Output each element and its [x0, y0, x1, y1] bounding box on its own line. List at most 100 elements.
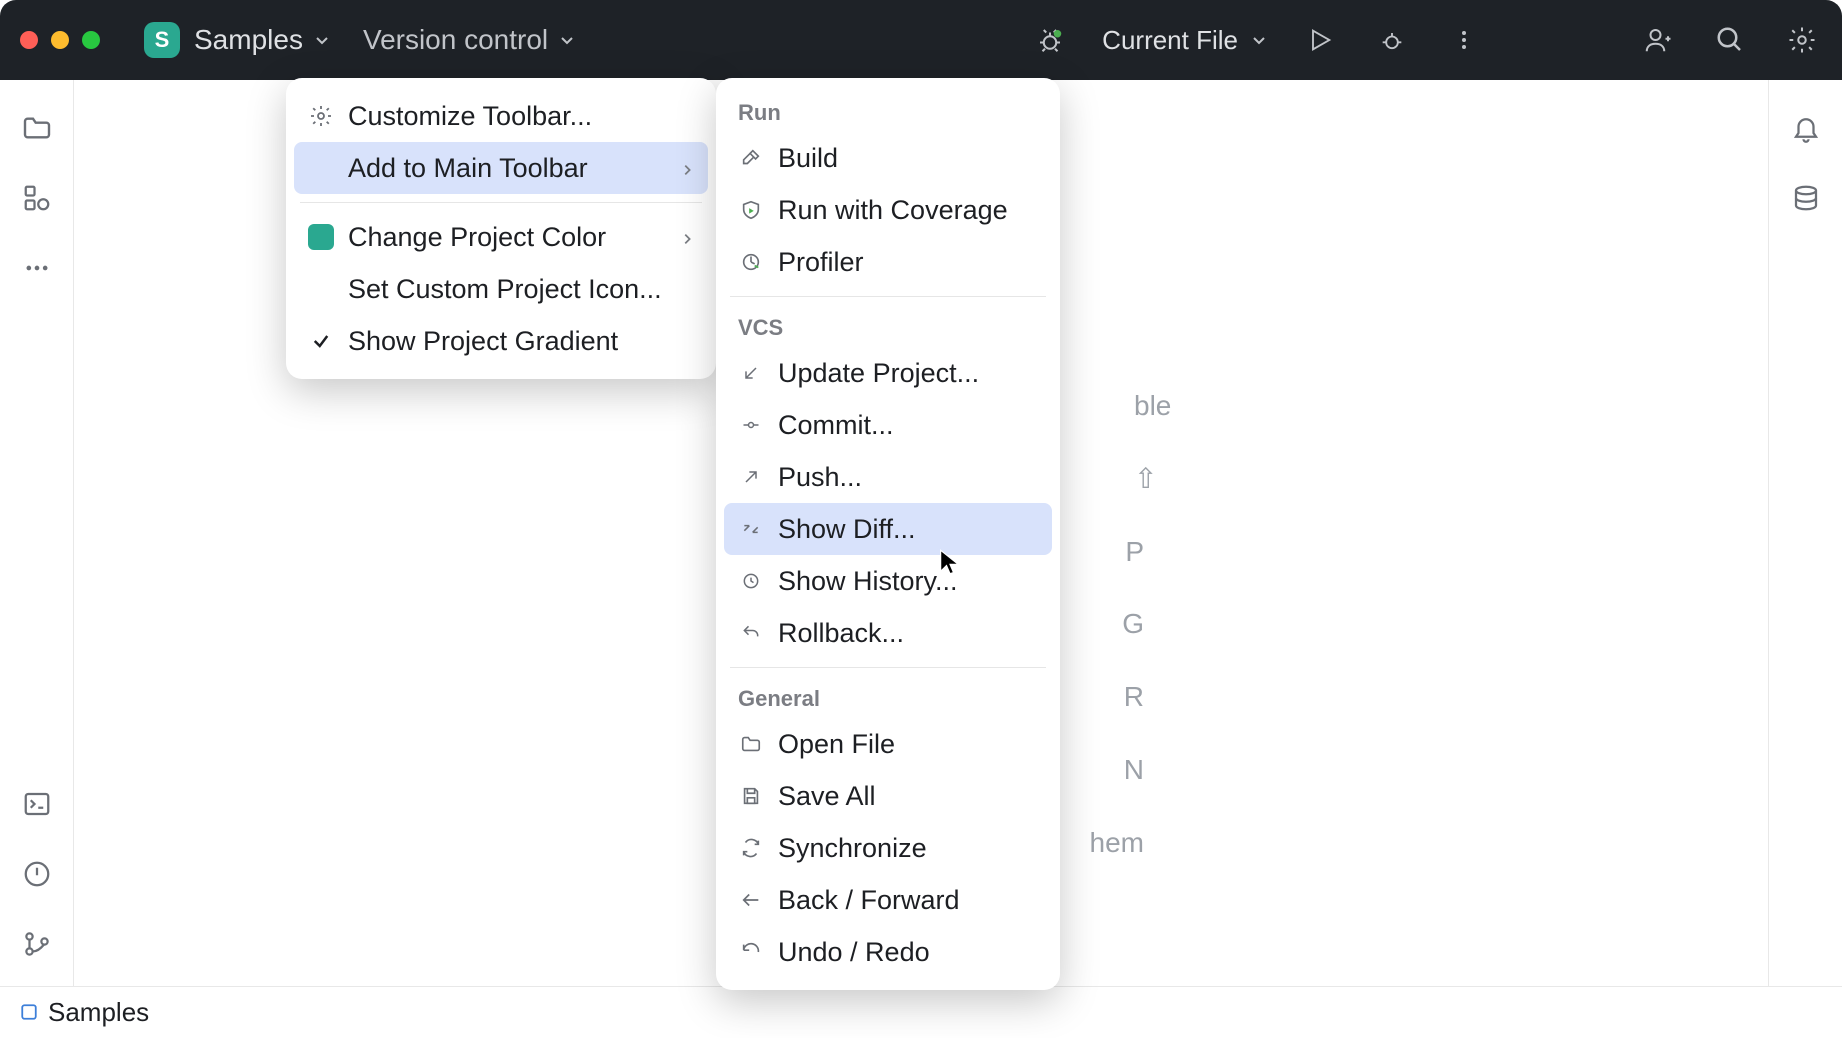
menu-item-label: Push...: [778, 462, 862, 493]
toolbar-context-menu: Customize Toolbar... Add to Main Toolbar…: [286, 78, 716, 379]
more-horizontal-icon[interactable]: [17, 248, 57, 288]
hint-line-5: N: [1124, 754, 1144, 785]
menu-rollback[interactable]: Rollback...: [716, 607, 1060, 659]
menu-synchronize[interactable]: Synchronize: [716, 822, 1060, 874]
chevron-down-icon: [313, 31, 331, 49]
minimize-window-button[interactable]: [51, 31, 69, 49]
menu-item-label: Rollback...: [778, 618, 904, 649]
search-icon[interactable]: [1710, 20, 1750, 60]
shield-run-icon: [738, 197, 764, 223]
menu-show-project-gradient[interactable]: Show Project Gradient: [286, 315, 716, 367]
project-selector[interactable]: Samples: [194, 24, 331, 56]
menu-section-run: Run: [716, 90, 1060, 132]
more-vertical-icon[interactable]: [1444, 20, 1484, 60]
menu-section-general: General: [716, 676, 1060, 718]
undo-icon: [738, 620, 764, 646]
close-window-button[interactable]: [20, 31, 38, 49]
menu-item-label: Back / Forward: [778, 885, 960, 916]
menu-show-history[interactable]: Show History...: [716, 555, 1060, 607]
undo-curve-icon: [738, 939, 764, 965]
menu-open-file[interactable]: Open File: [716, 718, 1060, 770]
chevron-right-icon: [680, 222, 694, 253]
save-icon: [738, 783, 764, 809]
menu-commit[interactable]: Commit...: [716, 399, 1060, 451]
debug-icon[interactable]: [1372, 20, 1412, 60]
hammer-icon: [738, 145, 764, 171]
window-controls: [20, 31, 100, 49]
menu-save-all[interactable]: Save All: [716, 770, 1060, 822]
menu-item-label: Change Project Color: [348, 222, 606, 253]
menu-item-label: Show Diff...: [778, 514, 916, 545]
notification-bell-icon[interactable]: [1786, 108, 1826, 148]
gear-icon[interactable]: [1782, 20, 1822, 60]
menu-undo-redo[interactable]: Undo / Redo: [716, 926, 1060, 978]
hint-line-3: G: [1122, 608, 1144, 639]
run-config-selector[interactable]: Current File: [1102, 25, 1268, 56]
menu-item-label: Show History...: [778, 566, 958, 597]
project-badge[interactable]: S: [144, 22, 180, 58]
sync-icon: [738, 835, 764, 861]
structure-icon[interactable]: [17, 178, 57, 218]
status-bar: Samples: [0, 986, 1842, 1038]
gear-icon: [308, 103, 334, 129]
bug-icon[interactable]: [1030, 20, 1070, 60]
arrow-down-left-icon: [738, 360, 764, 386]
left-tool-rail: [0, 80, 74, 986]
arrow-up-right-icon: [738, 464, 764, 490]
titlebar-right-actions: Current File: [1030, 20, 1822, 60]
menu-item-label: Set Custom Project Icon...: [348, 274, 662, 305]
diff-icon: [738, 516, 764, 542]
menu-item-label: Undo / Redo: [778, 937, 930, 968]
menu-item-label: Save All: [778, 781, 876, 812]
titlebar: S Samples Version control Current File: [0, 0, 1842, 80]
menu-run-with-coverage[interactable]: Run with Coverage: [716, 184, 1060, 236]
run-icon[interactable]: [1300, 20, 1340, 60]
chevron-down-icon: [1250, 31, 1268, 49]
menu-update-project[interactable]: Update Project...: [716, 347, 1060, 399]
database-icon[interactable]: [1786, 178, 1826, 218]
maximize-window-button[interactable]: [82, 31, 100, 49]
vcs-dropdown[interactable]: Version control: [363, 24, 576, 56]
menu-customize-toolbar[interactable]: Customize Toolbar...: [286, 90, 716, 142]
blank-icon: [308, 276, 334, 302]
vcs-label: Version control: [363, 24, 548, 56]
menu-separator: [730, 667, 1046, 668]
vcs-branch-icon[interactable]: [17, 924, 57, 964]
status-project-name[interactable]: Samples: [48, 997, 149, 1028]
menu-item-label: Show Project Gradient: [348, 326, 618, 357]
menu-item-label: Open File: [778, 729, 895, 760]
menu-item-label: Add to Main Toolbar: [348, 153, 588, 184]
color-swatch-icon: [308, 224, 334, 250]
menu-separator: [300, 202, 702, 203]
menu-separator: [730, 296, 1046, 297]
menu-back-forward[interactable]: Back / Forward: [716, 874, 1060, 926]
menu-item-label: Synchronize: [778, 833, 927, 864]
commit-icon: [738, 412, 764, 438]
check-icon: [308, 331, 334, 351]
menu-item-label: Build: [778, 143, 838, 174]
menu-item-label: Customize Toolbar...: [348, 101, 592, 132]
chevron-right-icon: [680, 153, 694, 184]
menu-section-vcs: VCS: [716, 305, 1060, 347]
menu-change-project-color[interactable]: Change Project Color: [286, 211, 716, 263]
profiler-icon: [738, 249, 764, 275]
menu-profiler[interactable]: Profiler: [716, 236, 1060, 288]
menu-add-to-main-toolbar[interactable]: Add to Main Toolbar: [294, 142, 708, 194]
menu-build[interactable]: Build: [716, 132, 1060, 184]
history-icon: [738, 568, 764, 594]
menu-show-diff[interactable]: Show Diff...: [724, 503, 1052, 555]
menu-item-label: Run with Coverage: [778, 195, 1008, 226]
menu-item-label: Profiler: [778, 247, 864, 278]
hint-line-4: R: [1124, 681, 1144, 712]
right-tool-rail: [1768, 80, 1842, 986]
problems-icon[interactable]: [17, 854, 57, 894]
menu-item-label: Update Project...: [778, 358, 979, 389]
hint-line-2: P: [1125, 536, 1144, 567]
chevron-down-icon: [558, 31, 576, 49]
menu-push[interactable]: Push...: [716, 451, 1060, 503]
hint-line-1: ble ⇧: [1134, 390, 1171, 494]
folder-icon[interactable]: [17, 108, 57, 148]
add-user-icon[interactable]: [1638, 20, 1678, 60]
menu-set-custom-icon[interactable]: Set Custom Project Icon...: [286, 263, 716, 315]
terminal-icon[interactable]: [17, 784, 57, 824]
